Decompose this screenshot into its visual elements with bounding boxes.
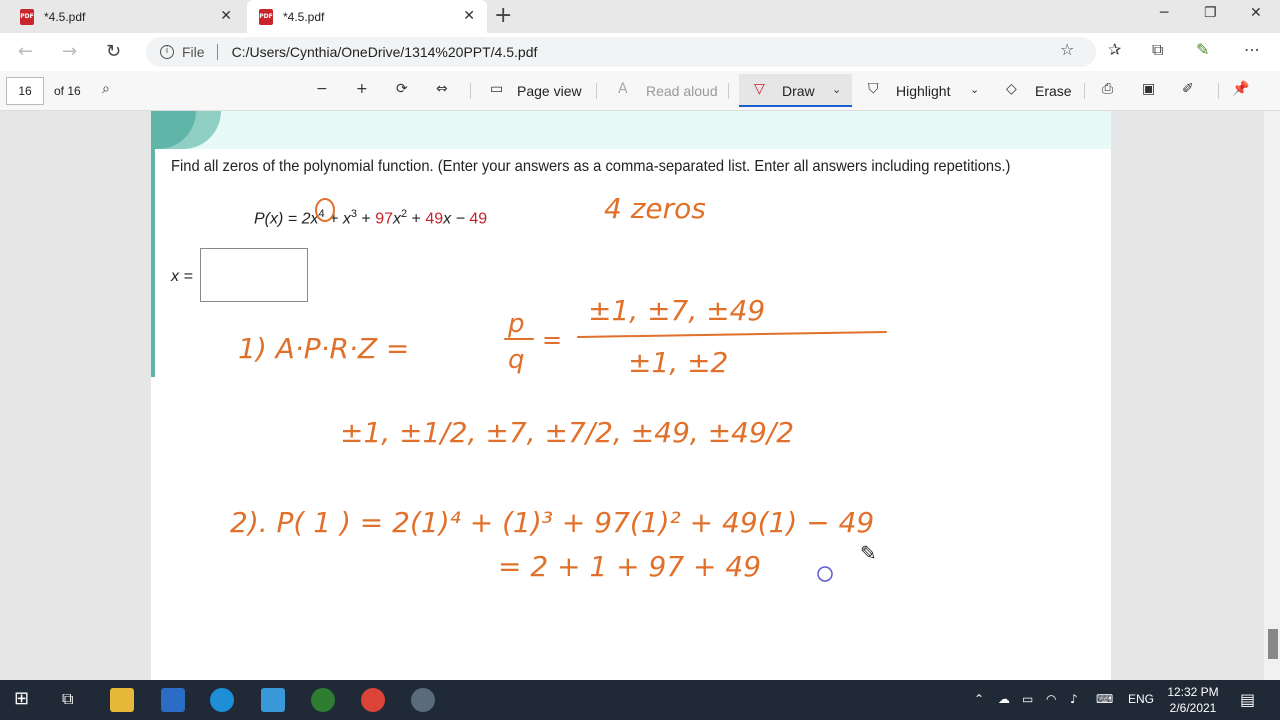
tab-2-label: *4.5.pdf <box>283 9 325 24</box>
divider <box>596 83 597 99</box>
divider <box>1218 83 1219 99</box>
close-window-button[interactable]: ✕ <box>1250 5 1262 21</box>
poly-t4: x <box>392 210 401 228</box>
extension-icon[interactable]: ✎ <box>1196 40 1209 59</box>
divider <box>728 83 729 99</box>
read-aloud-icon: A <box>618 81 628 97</box>
start-button-icon[interactable]: ⊞ <box>14 688 29 709</box>
divider <box>470 83 471 99</box>
forward-button[interactable]: → <box>62 41 77 62</box>
poly-c49a: 49 <box>425 210 444 228</box>
save-icon[interactable]: ▣ <box>1142 81 1155 97</box>
rotate-button[interactable]: ⟳ <box>396 81 408 97</box>
poly-lhs: P(x) = 2x <box>254 210 319 228</box>
tab-1-label: *4.5.pdf <box>44 9 86 24</box>
tab-1[interactable]: PDF *4.5.pdf ✕ <box>8 0 244 33</box>
highlight-button[interactable]: Highlight <box>896 83 950 99</box>
task-view-icon[interactable]: ⧉ <box>62 689 73 709</box>
page-number-input[interactable]: 16 <box>6 77 44 105</box>
draw-pen-icon: ▽ <box>754 81 765 97</box>
pdf-file-icon: PDF <box>259 8 273 25</box>
search-icon[interactable]: ⌕ <box>102 81 110 97</box>
app-icon[interactable] <box>311 688 335 712</box>
url-text: C:/Users/Cynthia/OneDrive/1314%20PPT/4.5… <box>231 44 538 60</box>
mail-icon[interactable] <box>161 688 185 712</box>
highlight-icon: ⛉ <box>868 81 879 97</box>
page-view-icon: ▭ <box>490 81 504 97</box>
collections-icon[interactable]: ⧉ <box>1152 40 1163 60</box>
poly-t5: + <box>407 210 426 228</box>
wifi-icon[interactable]: ◠ <box>1046 692 1056 706</box>
refresh-button[interactable]: ↻ <box>106 41 121 62</box>
polynomial-expression: P(x) = 2x4 + x3 + 97x2 + 49x − 49 <box>254 208 487 228</box>
page-view-button[interactable]: Page view <box>517 83 582 99</box>
new-tab-button[interactable]: + <box>494 4 512 28</box>
zoom-out-button[interactable]: − <box>316 81 328 97</box>
language-indicator[interactable]: ENG <box>1128 692 1154 706</box>
edge-browser-icon[interactable] <box>210 688 234 712</box>
question-text: Find all zeros of the polynomial functio… <box>171 158 1011 175</box>
back-button[interactable]: ← <box>18 41 33 62</box>
pdf-page <box>151 111 1111 680</box>
fit-width-button[interactable]: ⇔ <box>436 81 448 97</box>
close-tab-icon[interactable]: ✕ <box>463 8 475 24</box>
scrollbar-thumb[interactable] <box>1268 629 1278 659</box>
add-favorite-icon[interactable]: ☆ <box>1060 40 1074 59</box>
pdf-file-icon: PDF <box>20 8 34 25</box>
chevron-down-icon[interactable]: ⌄ <box>832 83 841 96</box>
app-icon[interactable] <box>411 688 435 712</box>
print-icon[interactable]: ⎙ <box>1102 81 1113 97</box>
question-accent-bar <box>151 149 155 377</box>
eraser-icon: ◇ <box>1006 81 1017 97</box>
tab-2[interactable]: PDF *4.5.pdf ✕ <box>247 0 487 33</box>
chevron-down-icon[interactable]: ⌄ <box>970 83 979 96</box>
read-aloud-button[interactable]: Read aloud <box>646 83 718 99</box>
clock-time: 12:32 PM <box>1167 685 1219 699</box>
file-explorer-icon[interactable] <box>110 688 134 712</box>
windows-taskbar: ⊞ ⧉ ⌃ ☁ ▭ ◠ ♪ ⌨ ENG 12:32 PM 2/6/2021 ▤ <box>0 680 1280 720</box>
poly-t2: + x <box>324 210 351 228</box>
answer-input[interactable] <box>200 248 308 302</box>
page-header-band <box>151 111 1111 149</box>
poly-c49b: 49 <box>469 210 488 228</box>
more-menu-icon[interactable]: ⋯ <box>1244 40 1260 59</box>
volume-icon[interactable]: ♪ <box>1070 692 1078 706</box>
keyboard-icon[interactable]: ⌨ <box>1096 692 1113 706</box>
clock[interactable]: 12:32 PM 2/6/2021 <box>1158 684 1228 716</box>
favorites-icon[interactable]: ✰ <box>1108 40 1121 59</box>
pdf-toolbar: 16 of 16 ⌕ − + ⟳ ⇔ ▭ Page view A Read al… <box>0 71 1280 111</box>
close-tab-icon[interactable]: ✕ <box>220 8 232 24</box>
erase-button[interactable]: Erase <box>1035 83 1072 99</box>
tab-strip: PDF *4.5.pdf ✕ PDF *4.5.pdf ✕ + ─ ❐ ✕ <box>0 0 1280 33</box>
address-toolbar: ← → ↻ i File C:/Users/Cynthia/OneDrive/1… <box>0 33 1280 71</box>
vertical-scrollbar[interactable] <box>1264 111 1280 680</box>
address-field[interactable]: i File C:/Users/Cynthia/OneDrive/1314%20… <box>146 37 1096 67</box>
restore-button[interactable]: ❐ <box>1204 5 1217 21</box>
scheme-label: File <box>182 44 205 60</box>
page-total: of 16 <box>54 84 81 98</box>
divider <box>1084 83 1085 99</box>
divider <box>216 44 218 60</box>
pin-toolbar-icon[interactable]: 📌 <box>1232 81 1249 97</box>
chevron-up-icon[interactable]: ⌃ <box>974 692 984 706</box>
chrome-icon[interactable] <box>361 688 385 712</box>
info-icon[interactable]: i <box>160 45 174 59</box>
notification-icon[interactable]: ▤ <box>1240 690 1255 709</box>
cloud-icon[interactable]: ☁ <box>998 692 1010 706</box>
answer-label: x = <box>171 268 193 285</box>
app-icon[interactable] <box>261 688 285 712</box>
zoom-in-button[interactable]: + <box>356 81 368 97</box>
poly-t6: x − <box>443 210 470 228</box>
clock-date: 2/6/2021 <box>1169 701 1217 715</box>
poly-t3: + <box>356 210 376 228</box>
poly-c97: 97 <box>375 210 393 228</box>
draw-label: Draw <box>782 83 815 99</box>
minimize-button[interactable]: ─ <box>1160 5 1168 21</box>
save-as-icon[interactable]: ✐ <box>1182 81 1194 97</box>
battery-icon[interactable]: ▭ <box>1022 692 1033 706</box>
